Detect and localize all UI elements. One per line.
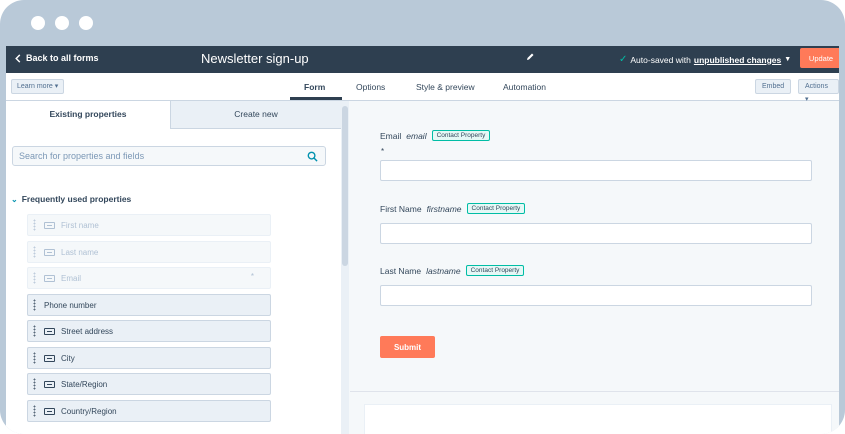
property-label: Email	[61, 273, 82, 283]
tab-existing-properties[interactable]: Existing properties	[6, 101, 170, 128]
scrollbar-thumb[interactable]	[342, 106, 348, 266]
check-icon: ✓	[619, 54, 628, 65]
embed-button[interactable]: Embed	[755, 79, 792, 94]
window-dots	[31, 16, 93, 30]
property-label: Last name	[61, 247, 99, 257]
property-item-city[interactable]: City	[27, 347, 271, 369]
form-preview: Email email Contact Property * First Nam…	[350, 101, 839, 434]
section-title: Frequently used properties	[21, 194, 132, 204]
window-dot-close[interactable]	[31, 16, 45, 30]
section-divider	[350, 391, 839, 392]
first-name-field[interactable]	[380, 223, 812, 244]
drag-handle-icon[interactable]	[33, 299, 36, 311]
chevron-down-icon: ⌄	[11, 194, 18, 204]
property-label: Phone number	[44, 300, 97, 310]
contact-property-badge: Contact Property	[431, 130, 491, 141]
actions-label: Actions	[805, 83, 828, 90]
tab-options[interactable]: Options	[356, 82, 385, 92]
text-field-icon	[44, 407, 55, 415]
unpublished-changes-link[interactable]: unpublished changes	[694, 55, 781, 65]
search-icon[interactable]	[307, 151, 318, 162]
learn-more-dropdown[interactable]: Learn more ▾	[11, 79, 65, 94]
text-field-icon	[44, 221, 55, 229]
contact-property-badge: Contact Property	[465, 265, 525, 276]
tab-automation[interactable]: Automation	[503, 82, 546, 92]
pencil-icon[interactable]	[525, 52, 535, 62]
window-dot-maximize[interactable]	[79, 16, 93, 30]
drag-handle-icon[interactable]	[33, 378, 36, 390]
text-field-icon	[44, 274, 55, 282]
property-item-first-name: First name	[27, 214, 271, 236]
form-title: Newsletter sign-up	[201, 51, 309, 66]
text-field-icon	[44, 248, 55, 256]
chevron-left-icon	[15, 53, 21, 63]
required-mark: *	[381, 147, 385, 156]
text-field-icon	[44, 354, 55, 362]
properties-panel: Existing properties Create new Search fo…	[6, 101, 342, 434]
search-placeholder: Search for properties and fields	[19, 151, 145, 161]
tab-form[interactable]: Form	[304, 82, 325, 92]
autosave-prefix: Auto-saved with	[630, 54, 691, 65]
browser-frame: Back to all forms Newsletter sign-up ✓ A…	[0, 0, 845, 434]
drag-handle-icon[interactable]	[33, 405, 36, 417]
required-mark: *	[250, 272, 254, 281]
drag-handle-icon	[33, 272, 36, 284]
property-item-country-region[interactable]: Country/Region	[27, 400, 271, 422]
drag-handle-icon	[33, 219, 36, 231]
autosave-status: ✓ Auto-saved with unpublished changes ▼	[619, 54, 791, 65]
text-field-icon	[44, 327, 55, 335]
field-label-first-name[interactable]: First Name firstname Contact Property	[380, 203, 526, 214]
last-name-field[interactable]	[380, 285, 812, 306]
caret-down-icon[interactable]: ▼	[784, 56, 791, 63]
field-label-email[interactable]: Email email Contact Property	[380, 130, 491, 141]
app-screen: Back to all forms Newsletter sign-up ✓ A…	[6, 46, 839, 434]
caret-down-icon: ▾	[54, 83, 59, 90]
field-internal-name: firstname	[426, 203, 462, 214]
field-label-text: Email	[380, 130, 402, 141]
tab-bar: Learn more ▾ Form Options Style & previe…	[6, 73, 839, 103]
property-label: Country/Region	[61, 406, 117, 416]
field-label-text: Last Name	[380, 265, 422, 276]
frequently-used-section-header[interactable]: ⌄ Frequently used properties	[11, 194, 131, 204]
text-field-icon	[44, 380, 55, 388]
left-panel-scrollbar[interactable]	[341, 101, 349, 434]
active-tab-indicator	[290, 97, 342, 100]
property-item-email: Email *	[27, 267, 271, 289]
property-label: Street address	[61, 326, 114, 336]
field-internal-name: email	[406, 130, 427, 141]
field-label-last-name[interactable]: Last Name lastname Contact Property	[380, 265, 525, 276]
drag-handle-icon	[33, 246, 36, 258]
property-item-state-region[interactable]: State/Region	[27, 373, 271, 395]
learn-more-label: Learn more	[17, 83, 53, 90]
back-to-forms-link[interactable]: Back to all forms	[14, 53, 99, 63]
property-label: State/Region	[61, 379, 108, 389]
tab-style-preview[interactable]: Style & preview	[416, 82, 475, 92]
top-bar: Back to all forms Newsletter sign-up ✓ A…	[6, 46, 839, 73]
drag-handle-icon[interactable]	[33, 325, 36, 337]
tab-create-new[interactable]: Create new	[170, 101, 341, 129]
lower-form-card	[364, 404, 832, 434]
field-internal-name: lastname	[426, 265, 461, 276]
drag-handle-icon[interactable]	[33, 352, 36, 364]
property-item-last-name: Last name	[27, 241, 271, 263]
property-label: City	[61, 353, 75, 363]
contact-property-badge: Contact Property	[466, 203, 526, 214]
field-label-text: First Name	[380, 203, 422, 214]
actions-dropdown[interactable]: Actions ▾	[798, 79, 839, 103]
email-field[interactable]	[380, 160, 812, 181]
property-item-street-address[interactable]: Street address	[27, 320, 271, 342]
property-item-phone-number[interactable]: Phone number	[27, 294, 271, 316]
property-label: First name	[61, 220, 99, 230]
window-dot-minimize[interactable]	[55, 16, 69, 30]
submit-button[interactable]: Submit	[380, 336, 435, 358]
property-search-input[interactable]: Search for properties and fields	[12, 146, 326, 166]
update-button[interactable]: Update	[800, 48, 839, 68]
back-label: Back to all forms	[26, 53, 99, 63]
